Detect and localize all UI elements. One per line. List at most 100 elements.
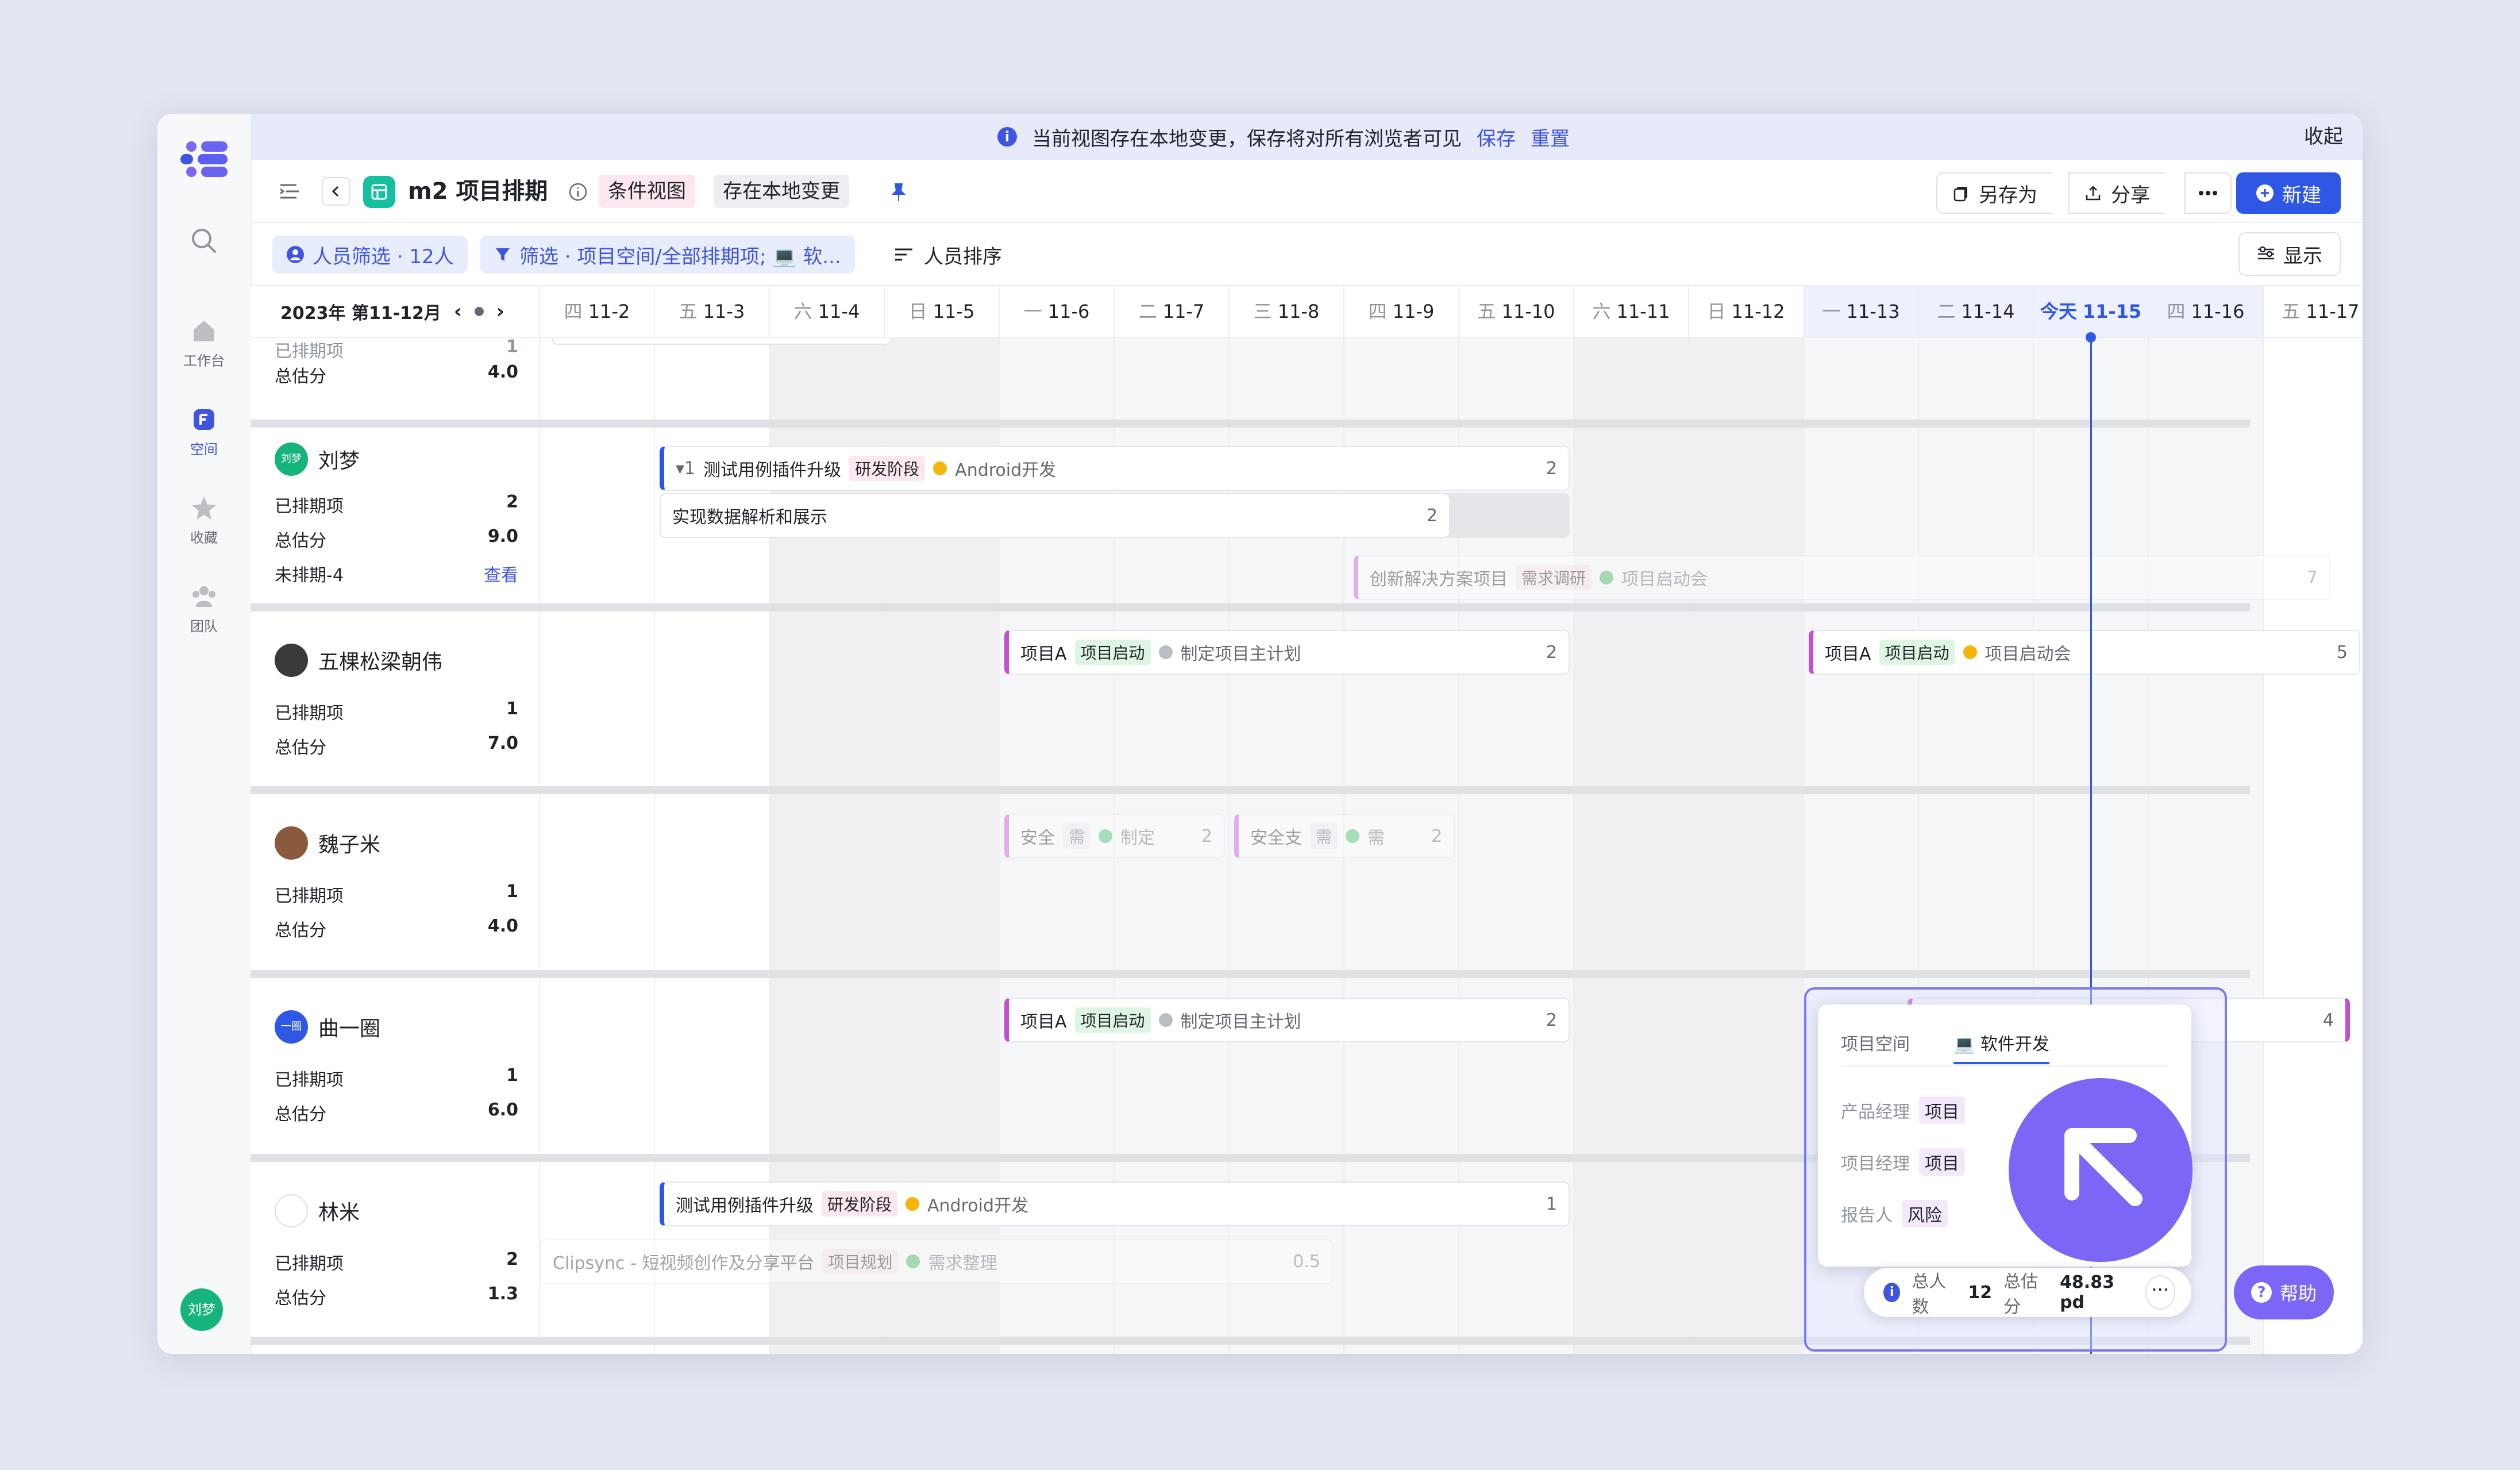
title-info-icon[interactable]	[568, 182, 588, 202]
person-name-text: 魏子米	[318, 833, 381, 857]
new-button[interactable]: 新建	[2236, 172, 2341, 214]
scheduled-stat: 已排期项 2	[275, 1249, 518, 1275]
save-as-label: 另存为	[1979, 183, 2037, 207]
weekday: 五	[1477, 301, 1496, 322]
left-rail: 工作台 空间 收藏 团队 刘梦	[157, 114, 252, 1354]
local-change-tag[interactable]: 存在本地变更	[714, 175, 849, 208]
question-icon: ?	[2251, 1282, 2272, 1303]
sort-button[interactable]: 人员排序	[894, 236, 1002, 274]
people-filter-chip[interactable]: 人员筛选 · 12人	[272, 236, 468, 274]
schedule-bar[interactable]: 创新解决方案项目 需求调研 项目启动会 7	[1354, 555, 2330, 600]
schedule-bar[interactable]: 项目A 项目启动 制定项目主计划 2	[1004, 630, 1570, 675]
save-link[interactable]: 保存	[1477, 123, 1516, 151]
status-dot	[933, 461, 947, 475]
sort-label: 人员排序	[924, 245, 1002, 268]
view-link[interactable]: 查看	[484, 561, 518, 586]
day-header-today: 今天 11-15	[2034, 286, 2149, 337]
search-icon[interactable]	[190, 226, 218, 255]
estimate-value: 9.0	[487, 526, 518, 547]
rail-team-label: 团队	[190, 618, 218, 634]
estimate-value: 4.0	[487, 362, 518, 382]
pin-icon[interactable]	[887, 180, 910, 203]
status-dot	[1099, 829, 1113, 843]
weekday: 今天	[2040, 301, 2077, 322]
collapse-link[interactable]: 收起	[2304, 114, 2343, 160]
bar-tag: 需	[1310, 823, 1338, 849]
reset-link[interactable]: 重置	[1531, 123, 1570, 151]
schedule-bar[interactable]: 安全 需 制定 2	[1004, 814, 1225, 859]
cond-view-tag[interactable]: 条件视图	[599, 175, 695, 208]
schedule-bar[interactable]: Clipsync - 短视频创作及分享平台 项目规划 需求整理 0.5	[540, 1239, 1333, 1284]
scheduled-value: 1	[506, 337, 518, 357]
summary-people-value: 12	[1968, 1282, 1993, 1303]
popup-row: 报告人 风险	[1841, 1200, 1948, 1227]
popup-row-value: 项目	[1919, 1148, 1965, 1176]
help-button[interactable]: ? 帮助	[2234, 1265, 2334, 1319]
popup-tab-space[interactable]: 项目空间	[1841, 1030, 1910, 1055]
summary-more-button[interactable]: ···	[2145, 1275, 2175, 1310]
filter-chip[interactable]: 筛选 · 项目空间/全部排期项; 💻 软...	[480, 236, 855, 274]
date: 11-3	[703, 301, 745, 322]
person-name[interactable]: 魏子米	[275, 826, 380, 860]
estimate-stat: 总估分 4.0	[275, 362, 518, 387]
unscheduled-stat: 未排期-4 查看	[275, 561, 518, 586]
schedule-bar[interactable]: 实现数据解析和展示 2	[660, 493, 1450, 538]
display-button[interactable]: 显示	[2238, 232, 2341, 276]
today-dot-icon[interactable]	[474, 307, 484, 316]
person-name[interactable]: 林米	[275, 1194, 360, 1227]
bar-count: 0.5	[1293, 1251, 1320, 1272]
estimate-stat: 总估分 6.0	[275, 1100, 518, 1125]
rail-workbench-label: 工作台	[183, 353, 225, 369]
date: 11-4	[818, 301, 860, 322]
schedule-bar[interactable]: 项目A 项目启动 项目启动会 5	[1809, 630, 2360, 675]
bar-status: 制定项目主计划	[1180, 1012, 1301, 1032]
estimate-label: 总估分	[275, 367, 326, 387]
rail-favorites[interactable]: 收藏	[157, 494, 251, 547]
prev-icon[interactable]: ‹	[454, 300, 462, 323]
schedule-bar[interactable]: 项目A 项目启动 制定项目主计划 2	[1004, 998, 1570, 1042]
person-name-text: 林米	[318, 1201, 360, 1225]
estimate-label: 总估分	[275, 531, 326, 551]
bar-status: 需求整理	[928, 1253, 997, 1273]
person-name[interactable]: 一圈 曲一圈	[275, 1010, 380, 1044]
rail-space[interactable]: 空间	[157, 406, 251, 458]
day-header: 一 11-13	[1804, 286, 1919, 337]
schedule-bar[interactable]: 测试用例插件升级 研发阶段 Android开发 1	[660, 1182, 1570, 1226]
banner-message: 当前视图存在本地变更，保存将对所有浏览者可见	[1032, 127, 1462, 151]
next-icon[interactable]: ›	[496, 300, 504, 323]
status-dot	[905, 1197, 920, 1211]
person-name[interactable]: 五棵松梁朝伟	[275, 644, 442, 677]
date-header: 2023年 第11-12月 ‹ › 四 11-2 五 11-3 六 11-4 日 11-…	[251, 286, 2363, 338]
settings-sliders-icon	[2258, 246, 2274, 260]
app-logo[interactable]	[180, 139, 228, 179]
rail-workbench[interactable]: 工作台	[157, 317, 251, 370]
user-avatar[interactable]: 刘梦	[180, 1288, 223, 1331]
estimate-stat: 总估分 9.0	[275, 526, 518, 552]
more-button[interactable]	[2184, 172, 2232, 214]
avatar: 刘梦	[275, 442, 308, 476]
person-name[interactable]: 刘梦 刘梦	[275, 442, 360, 476]
team-icon	[192, 586, 215, 607]
share-button[interactable]: 分享	[2068, 172, 2165, 214]
popup-tab-software[interactable]: 💻 软件开发	[1953, 1030, 2049, 1064]
rail-team[interactable]: 团队	[157, 583, 251, 635]
scheduled-value: 2	[506, 492, 518, 512]
sidebar-toggle-icon[interactable]	[276, 177, 305, 206]
scheduled-stat: 已排期项 2	[275, 492, 518, 517]
page-title: m2 项目排期	[408, 178, 548, 205]
today-marker	[2086, 332, 2096, 343]
weekday: 二	[1937, 301, 1956, 322]
bar-status: 项目启动会	[1621, 569, 1708, 590]
day-header: 五 11-17	[2264, 286, 2363, 337]
back-button[interactable]	[322, 177, 350, 206]
cursor-pointer-icon	[2009, 1078, 2193, 1262]
save-as-button[interactable]: 另存为	[1936, 172, 2052, 214]
schedule-bar[interactable]: 安全支 需 需 2	[1234, 814, 1455, 859]
month-nav: 2023年 第11-12月 ‹ ›	[251, 286, 540, 337]
bar-tag: 项目规划	[822, 1249, 899, 1274]
row-divider	[251, 420, 2250, 428]
avatar	[275, 644, 308, 677]
person-row: 五棵松梁朝伟 已排期项 1 总估分 7.0	[251, 611, 540, 786]
person-row: 一圈 曲一圈 已排期项 1 总估分 6.0	[251, 978, 540, 1154]
schedule-bar[interactable]: ▾1 测试用例插件升级 研发阶段 Android开发 2	[660, 446, 1570, 491]
